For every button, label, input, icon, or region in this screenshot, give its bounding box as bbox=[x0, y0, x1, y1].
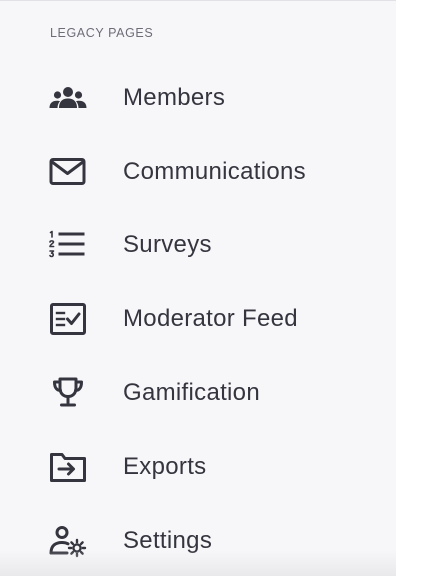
user-settings-icon bbox=[45, 523, 91, 559]
sidebar-item-settings[interactable]: Settings bbox=[0, 511, 396, 571]
legacy-pages-sidebar: LEGACY PAGES Members Communications Surv… bbox=[0, 0, 396, 576]
envelope-icon bbox=[45, 154, 91, 190]
folder-export-icon bbox=[45, 449, 91, 485]
sidebar-item-label: Communications bbox=[123, 158, 306, 185]
sidebar-item-label: Settings bbox=[123, 527, 213, 554]
sidebar-item-communications[interactable]: Communications bbox=[0, 142, 396, 202]
checklist-icon bbox=[45, 301, 91, 337]
members-icon bbox=[45, 80, 91, 116]
trophy-icon bbox=[45, 375, 91, 411]
sidebar-item-gamification[interactable]: Gamification bbox=[0, 363, 396, 423]
sidebar-item-members[interactable]: Members bbox=[0, 68, 396, 128]
sidebar-item-label: Members bbox=[123, 84, 226, 111]
sidebar-item-label: Surveys bbox=[123, 231, 212, 258]
sidebar-item-surveys[interactable]: Surveys bbox=[0, 215, 396, 275]
sidebar-item-exports[interactable]: Exports bbox=[0, 437, 396, 497]
sidebar-item-label: Gamification bbox=[123, 379, 260, 406]
numbered-list-icon bbox=[45, 227, 91, 263]
top-divider bbox=[0, 0, 396, 1]
sidebar-item-label: Moderator Feed bbox=[123, 305, 298, 332]
sidebar-item-label: Exports bbox=[123, 453, 207, 480]
sidebar-item-moderator-feed[interactable]: Moderator Feed bbox=[0, 289, 396, 349]
section-label: LEGACY PAGES bbox=[50, 26, 154, 40]
